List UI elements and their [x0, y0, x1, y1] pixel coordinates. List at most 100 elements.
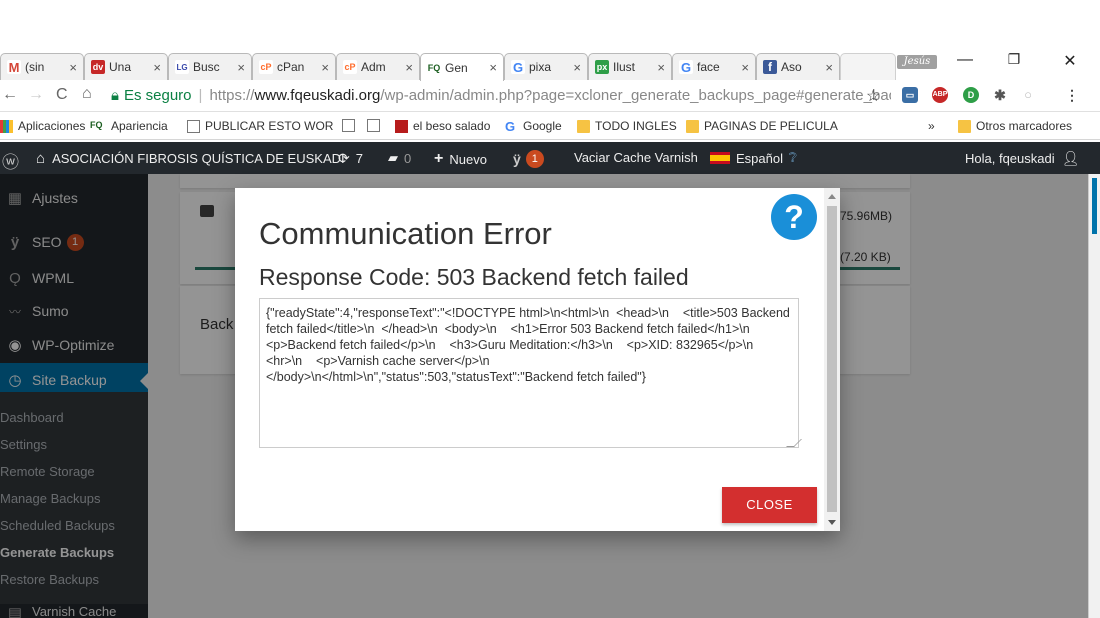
bookmark-folder[interactable]: TODO INGLES [577, 119, 677, 133]
comments-link[interactable]: ▰ 0 [388, 150, 411, 166]
wordpress-icon[interactable]: ⓦ [2, 148, 19, 173]
purge-varnish-link[interactable]: Vaciar Cache Varnish [574, 150, 698, 165]
browser-tab[interactable]: f Aso × [756, 53, 840, 80]
bookmark-label: Google [523, 119, 562, 133]
home-icon: ⌂ [36, 150, 46, 167]
gmail-icon: M [7, 59, 21, 75]
close-tab-icon[interactable]: × [741, 60, 749, 75]
help-icon: ❔︎ [788, 150, 797, 165]
updates-icon: ⟳ [338, 150, 350, 166]
browser-tab[interactable]: dv Una × [84, 53, 168, 80]
extension-icon[interactable]: ○ [1020, 87, 1036, 103]
bookmark-star-icon[interactable]: ☆ [866, 86, 880, 106]
close-button[interactable]: CLOSE [722, 487, 817, 523]
extension-icon[interactable]: ▭ [902, 87, 918, 103]
address-bar[interactable]: 🔒︎ Es seguro | https://www.fqeuskadi.org/wp… [111, 84, 891, 108]
bookmark-item[interactable] [367, 119, 385, 132]
page-icon [187, 119, 200, 133]
close-tab-icon[interactable]: × [321, 60, 329, 75]
close-window-icon[interactable]: ✕ [1050, 51, 1090, 71]
user-icon: 👤︎ [1061, 150, 1080, 166]
browser-tab[interactable]: px Ilust × [588, 53, 672, 80]
new-content-link[interactable]: + Nuevo [434, 150, 487, 168]
folder-icon [577, 119, 590, 133]
browser-tab[interactable]: cP cPan × [252, 53, 336, 80]
back-icon[interactable]: ← [2, 86, 18, 104]
updates-link[interactable]: ⟳ 7 [338, 150, 363, 167]
bookmark-item[interactable]: el beso salado [395, 119, 490, 133]
minimize-icon[interactable]: — [945, 51, 985, 69]
secure-label: Es seguro [123, 87, 192, 104]
url-domain: www.fqeuskadi.org [254, 87, 381, 104]
bookmark-item[interactable] [342, 119, 360, 132]
browser-tab-active[interactable]: FQ Gen × [420, 53, 504, 81]
updates-count: 7 [355, 151, 363, 166]
browser-tab[interactable]: LG Busc × [168, 53, 252, 80]
bookmarks-bar: Aplicaciones FQ Apariencia PUBLICAR ESTO … [0, 113, 1100, 140]
modal-scrollbar[interactable] [824, 188, 840, 531]
scroll-up-icon[interactable] [828, 194, 836, 199]
bookmark-label: el beso salado [413, 119, 491, 133]
modal-scroll-thumb[interactable] [827, 206, 837, 512]
forward-icon[interactable]: → [28, 86, 44, 104]
extension-icon[interactable]: ✱ [992, 87, 1008, 103]
fq-icon: FQ [427, 60, 441, 75]
bookmarks-overflow[interactable]: » [928, 119, 935, 133]
reload-icon[interactable]: C [56, 86, 68, 104]
close-tab-icon[interactable]: × [489, 60, 497, 75]
fq-icon: FQ [90, 119, 103, 130]
google-icon: G [511, 59, 525, 75]
browser-tab[interactable]: cP Adm × [336, 53, 420, 80]
yoast-link[interactable]: ÿ1 [513, 150, 544, 168]
scroll-down-icon[interactable] [828, 520, 836, 525]
close-tab-icon[interactable]: × [657, 60, 665, 75]
new-tab-button[interactable] [840, 53, 896, 80]
lock-icon: 🔒︎ [111, 87, 119, 104]
bookmark-label: TODO INGLES [595, 119, 677, 133]
page-scrollbar[interactable] [1088, 174, 1100, 618]
address-separator: | [198, 87, 203, 104]
browser-tab[interactable]: Gface × [672, 53, 756, 80]
dv-icon: dv [91, 60, 105, 74]
screen: M (sin × dv Una × LG Busc × cP cPan × cP Adm × FQ G… [0, 0, 1100, 618]
tab-title: Adm [361, 60, 386, 74]
modal-title: Communication Error [259, 216, 552, 251]
error-modal: Communication Error Response Code: 503 B… [235, 188, 840, 531]
url-path: /wp-admin/admin.php?page=xcloner_generat… [380, 87, 891, 104]
close-tab-icon[interactable]: × [405, 60, 413, 75]
bookmark-label: PAGINAS DE PELICULA [704, 119, 838, 133]
other-bookmarks[interactable]: Otros marcadores [958, 119, 1072, 133]
tab-title: Busc [193, 60, 220, 74]
close-tab-icon[interactable]: × [69, 60, 77, 75]
profile-chip[interactable]: Jesús [897, 55, 937, 69]
bookmark-item[interactable]: G Google [505, 119, 562, 133]
extension-icon[interactable]: D [963, 87, 979, 103]
comments-count: 0 [404, 150, 412, 166]
response-textarea[interactable]: {"readyState":4,"responseText":"<!DOCTYP… [259, 298, 799, 448]
red-square-icon [395, 119, 408, 133]
help-icon[interactable]: ? [771, 194, 817, 240]
site-name: ASOCIACIÓN FIBROSIS QUÍSTICA DE EUSKADI [52, 151, 345, 166]
page-scroll-thumb[interactable] [1092, 178, 1097, 234]
home-icon[interactable]: ⌂ [82, 85, 92, 103]
browser-tab[interactable]: Gpixa × [504, 53, 588, 80]
modal-subtitle: Response Code: 503 Backend fetch failed [259, 264, 689, 290]
bookmark-item[interactable]: PUBLICAR ESTO WOR [187, 119, 333, 133]
language-switcher[interactable]: Español ❔︎ [710, 150, 797, 166]
close-tab-icon[interactable]: × [573, 60, 581, 75]
bookmark-item[interactable]: FQ Apariencia [90, 119, 168, 133]
new-label: Nuevo [449, 151, 487, 167]
menu-icon[interactable]: ⋮ [1064, 87, 1080, 103]
browser-tab[interactable]: M (sin × [0, 53, 84, 80]
account-menu[interactable]: Hola, fqeuskadi 👤︎ [965, 150, 1079, 167]
maximize-icon[interactable]: ❐ [994, 51, 1034, 68]
page-icon [342, 119, 355, 132]
adblock-icon[interactable]: ABP [932, 87, 948, 103]
close-tab-icon[interactable]: × [153, 60, 161, 75]
spain-flag-icon [710, 152, 730, 164]
close-tab-icon[interactable]: × [825, 60, 833, 75]
bookmark-folder[interactable]: PAGINAS DE PELICULA [686, 119, 846, 133]
close-tab-icon[interactable]: × [237, 60, 245, 75]
site-name-link[interactable]: ⌂ ASOCIACIÓN FIBROSIS QUÍSTICA DE EUSKADI [36, 150, 345, 167]
bookmark-apps[interactable]: Aplicaciones [0, 119, 85, 133]
